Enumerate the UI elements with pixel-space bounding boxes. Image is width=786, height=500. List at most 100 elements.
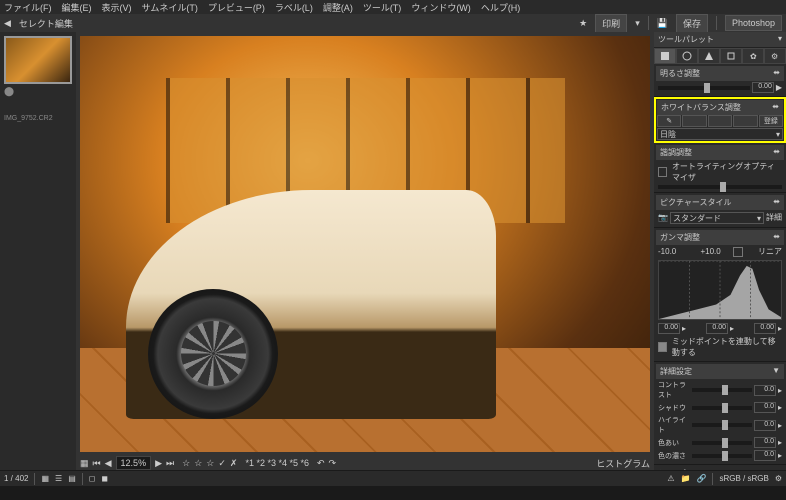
wb-eyedropper[interactable]: ✎ — [657, 115, 681, 127]
gamma-mid[interactable]: 0.00 — [706, 323, 728, 334]
highlight-value[interactable]: 0.0 — [754, 420, 776, 431]
nav-next-icon[interactable]: ▶ — [155, 458, 162, 469]
menubar: ファイル(F) 編集(E) 表示(V) サムネイル(T) プレビュー(P) ラベ… — [0, 0, 786, 14]
wb-preset-1[interactable] — [682, 115, 706, 127]
pin-icon[interactable]: ⬌ — [773, 68, 780, 79]
midpoint-checkbox[interactable] — [658, 342, 667, 352]
pin-icon[interactable]: ⬌ — [773, 232, 780, 243]
cross-icon[interactable]: ✗ — [230, 458, 238, 469]
pin-icon[interactable]: ⬌ — [773, 197, 780, 208]
shadow-value[interactable]: 0.0 — [754, 402, 776, 413]
count-display: 1 / 402 — [4, 474, 28, 483]
menu-item[interactable]: 編集(E) — [62, 1, 92, 14]
thumbnail[interactable] — [4, 36, 72, 84]
rating-numbers[interactable]: *1 *2 *3 *4 *5 *6 — [245, 458, 309, 468]
nav-prev-icon[interactable]: ◀ — [105, 458, 112, 469]
highlight-slider[interactable] — [692, 423, 752, 427]
chevron-down-icon: ▾ — [776, 130, 780, 139]
brightness-value[interactable]: 0.00 — [752, 82, 774, 93]
palette-tabs: ✿ ⚙ — [654, 48, 786, 64]
save-button[interactable]: 保存 — [676, 14, 708, 33]
shadow-slider[interactable] — [692, 406, 752, 410]
tab-basic[interactable] — [654, 48, 676, 64]
tab-tone[interactable] — [676, 48, 698, 64]
brightness-slider[interactable] — [658, 86, 750, 90]
view-detail-icon[interactable]: ▤ — [68, 474, 76, 483]
tab-color[interactable] — [698, 48, 720, 64]
colorspace-display: sRGB / sRGB — [719, 474, 768, 483]
menu-item[interactable]: ウィンドウ(W) — [411, 1, 471, 14]
disk-icon[interactable]: 💾 — [657, 18, 668, 29]
menu-item[interactable]: サムネイル(T) — [142, 1, 198, 14]
gamma-hi[interactable]: 0.00 — [754, 323, 776, 334]
histogram-label[interactable]: ヒストグラム — [596, 457, 650, 470]
detail-section-title: 詳細設定▼ — [656, 364, 784, 379]
detail-button[interactable]: 詳細 — [766, 212, 782, 223]
menu-item[interactable]: プレビュー(P) — [208, 1, 265, 14]
size-small-icon[interactable]: ◻ — [89, 474, 96, 483]
rating-icon[interactable]: ⬤ — [4, 86, 14, 97]
gamma-section-title: ガンマ調整⬌ — [656, 230, 784, 245]
pin-icon[interactable]: ⬌ — [772, 102, 779, 113]
alert-icon[interactable]: ⚠ — [667, 474, 674, 483]
hue-value[interactable]: 0.0 — [754, 437, 776, 448]
pin-icon[interactable]: ⬌ — [773, 147, 780, 158]
nav-first-icon[interactable]: ⏮ — [93, 458, 101, 469]
menu-item[interactable]: ツール(T) — [363, 1, 402, 14]
print-button[interactable]: 印刷 — [595, 14, 627, 33]
link-icon[interactable]: 🔗 — [697, 474, 707, 483]
wb-preset-2[interactable] — [708, 115, 732, 127]
menu-item[interactable]: ファイル(F) — [4, 1, 52, 14]
statusbar: 1 / 402 ▦ ☰ ▤ ◻ ◼ ⚠ 📁 🔗 sRGB / sRGB ⚙ — [0, 470, 786, 486]
tool-palette: ツールパレット ▾ ✿ ⚙ 明るさ調整⬌ 0.00 ▶ ホワイトバランス調整⬌ … — [654, 32, 786, 470]
back-icon[interactable]: ◀ — [4, 18, 11, 29]
view-list-icon[interactable]: ☰ — [55, 474, 62, 483]
wb-dropdown[interactable]: 日陰▾ — [657, 128, 783, 140]
gamma-lo[interactable]: 0.00 — [658, 323, 680, 334]
photoshop-button[interactable]: Photoshop — [725, 15, 782, 31]
menu-item[interactable]: ラベル(L) — [275, 1, 313, 14]
sat-slider[interactable] — [692, 454, 752, 458]
dropdown-icon[interactable]: ▾ — [635, 18, 640, 29]
histogram-display[interactable] — [658, 260, 782, 320]
view-grid-icon[interactable]: ▦ — [41, 474, 49, 483]
zoom-display[interactable]: 12.5% — [116, 456, 152, 470]
brightness-section-title: 明るさ調整⬌ — [656, 66, 784, 81]
wb-register-button[interactable]: 登録 — [759, 115, 783, 127]
picstyle-dropdown[interactable]: スタンダード▾ — [670, 212, 764, 224]
rotate-right-icon[interactable]: ↷ — [329, 458, 337, 469]
hue-slider[interactable] — [692, 441, 752, 445]
menu-item[interactable]: ヘルプ(H) — [481, 1, 521, 14]
chevron-down-icon[interactable]: ▾ — [778, 34, 782, 43]
wb-preset-3[interactable] — [733, 115, 757, 127]
star-icon[interactable]: ☆ — [206, 458, 214, 469]
folder-icon[interactable]: 📁 — [681, 474, 691, 483]
linear-checkbox[interactable] — [733, 247, 743, 257]
reset-icon[interactable]: ▶ — [776, 83, 782, 92]
select-edit-label: セレクト編集 — [19, 17, 73, 30]
alo-slider[interactable] — [658, 185, 782, 189]
grid-icon[interactable]: ▦ — [80, 458, 89, 469]
white-balance-section: ホワイトバランス調整⬌ ✎ 登録 日陰▾ — [654, 97, 786, 143]
thumbnail-strip: ⬤ IMG_9752.CR2 — [0, 32, 76, 470]
menu-item[interactable]: 調整(A) — [323, 1, 353, 14]
tab-dust[interactable]: ✿ — [742, 48, 764, 64]
svg-text:✿: ✿ — [750, 52, 757, 61]
tab-settings[interactable]: ⚙ — [764, 48, 786, 64]
alo-checkbox[interactable] — [658, 167, 667, 177]
contrast-value[interactable]: 0.0 — [754, 385, 776, 396]
contrast-slider[interactable] — [692, 388, 752, 392]
nav-last-icon[interactable]: ⏭ — [166, 458, 174, 469]
settings-icon[interactable]: ⚙ — [775, 474, 782, 483]
sat-value[interactable]: 0.0 — [754, 450, 776, 461]
check-icon[interactable]: ✓ — [218, 458, 226, 469]
size-large-icon[interactable]: ◼ — [101, 474, 108, 483]
star-icon[interactable]: ☆ — [194, 458, 202, 469]
rotate-left-icon[interactable]: ↶ — [317, 458, 325, 469]
preview-image[interactable] — [80, 36, 650, 452]
menu-item[interactable]: 表示(V) — [102, 1, 132, 14]
tab-lens[interactable] — [720, 48, 742, 64]
star-icon[interactable]: ★ — [579, 18, 587, 29]
preview-area: ▦ ⏮ ◀ 12.5% ▶ ⏭ ☆ ☆ ☆ ✓ ✗ *1 *2 *3 *4 *5… — [76, 32, 654, 470]
star-icon[interactable]: ☆ — [182, 458, 190, 469]
